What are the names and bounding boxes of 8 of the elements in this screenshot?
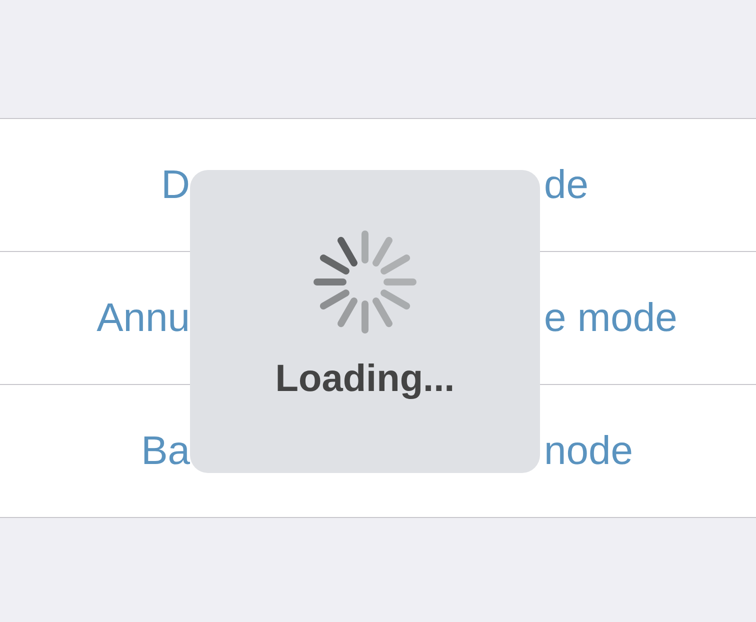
row-label[interactable]: de: [540, 162, 756, 208]
row-label[interactable]: Annu: [0, 296, 190, 340]
row-label[interactable]: node: [540, 428, 756, 474]
spinner-icon: [314, 230, 416, 334]
row-label[interactable]: e mode: [540, 296, 756, 340]
row-label[interactable]: Ba: [0, 428, 190, 474]
row-label[interactable]: D: [0, 162, 190, 208]
loading-label: Loading...: [275, 358, 455, 401]
